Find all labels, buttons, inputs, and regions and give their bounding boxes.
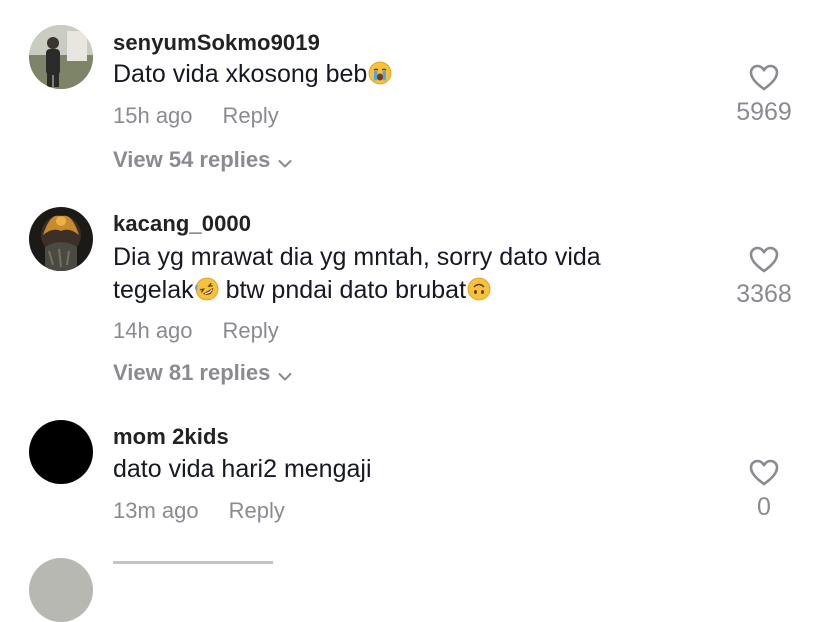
chevron-down-icon (278, 373, 292, 381)
comment-text: dato vida hari2 mengaji (113, 453, 673, 486)
comment-text-line: btw pndai dato brubat (218, 276, 467, 304)
view-replies-label: View 81 replies (113, 360, 271, 385)
like-count: 0 (757, 493, 771, 521)
comment-meta: 15h ago Reply (113, 103, 279, 129)
comment-timestamp: 13m ago (113, 498, 199, 523)
view-replies-label: View 54 replies (113, 147, 271, 172)
like-button[interactable]: 0 (724, 459, 804, 522)
avatar[interactable] (29, 420, 93, 484)
comment-text-body: Dato vida xkosong beb (113, 60, 368, 88)
comment-text-body: dato vida hari2 mengaji (113, 455, 372, 483)
view-replies-button[interactable]: View 81 replies (113, 360, 292, 386)
comment-meta: 14h ago Reply (113, 318, 279, 344)
reply-button[interactable]: Reply (229, 498, 285, 523)
comment-timestamp: 15h ago (113, 103, 193, 128)
comment-text-line: Dia yg mrawat dia yg mntah, sorry dato v… (113, 243, 601, 271)
like-count: 3368 (736, 280, 792, 308)
reply-button[interactable]: Reply (223, 318, 279, 343)
heart-outline-icon (749, 459, 779, 486)
loudly-crying-face-icon (368, 61, 392, 85)
rolling-on-floor-laughing-face-icon (194, 277, 219, 301)
comment-text: Dato vida xkosong beb (113, 58, 673, 91)
like-count: 5969 (736, 98, 792, 126)
avatar[interactable] (29, 25, 93, 89)
heart-outline-icon (749, 246, 779, 273)
comment-meta: 13m ago Reply (113, 498, 285, 524)
view-replies-button[interactable]: View 54 replies (113, 147, 292, 173)
upside-down-face-icon (467, 277, 491, 301)
comment-username[interactable]: kacang_0000 (113, 211, 251, 237)
comment-username[interactable]: mom 2kids (113, 424, 229, 450)
avatar[interactable] (29, 558, 93, 622)
comment-text-line: tegelak (113, 276, 194, 304)
heart-outline-icon (749, 64, 779, 91)
comment-text: Dia yg mrawat dia yg mntah, sorry dato v… (113, 241, 673, 307)
comment-timestamp: 14h ago (113, 318, 193, 343)
comment-username[interactable]: senyumSokmo9019 (113, 30, 320, 56)
like-button[interactable]: 3368 (724, 246, 804, 309)
partial-comment-username (113, 561, 273, 569)
chevron-down-icon (278, 160, 292, 168)
avatar[interactable] (29, 207, 93, 271)
reply-button[interactable]: Reply (223, 103, 279, 128)
like-button[interactable]: 5969 (724, 64, 804, 127)
